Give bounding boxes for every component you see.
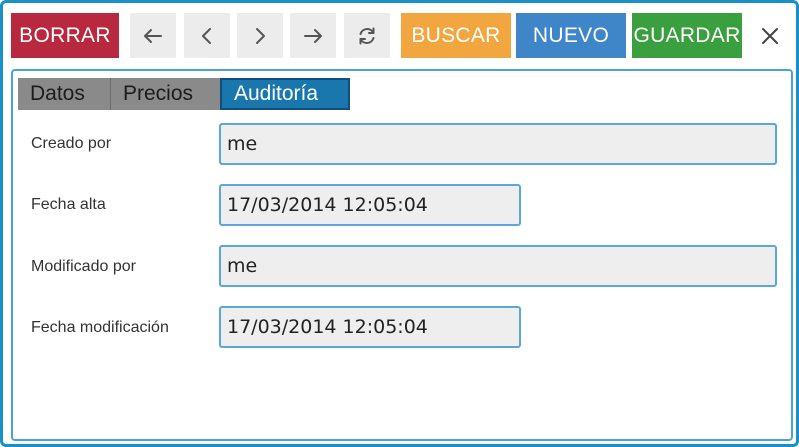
created-date-field[interactable]: 17/03/2014 12:05:04	[219, 184, 521, 226]
close-icon	[762, 27, 778, 44]
previous-record-button[interactable]	[184, 13, 230, 58]
created-by-field[interactable]: me	[219, 123, 777, 165]
save-button[interactable]: GUARDAR	[632, 13, 742, 58]
tab-datos[interactable]: Datos	[18, 78, 110, 110]
chevron-right-icon	[256, 27, 265, 44]
tab-precios[interactable]: Precios	[110, 78, 220, 110]
next-record-button[interactable]	[237, 13, 283, 58]
chevron-left-icon	[202, 27, 211, 44]
tab-auditoria[interactable]: Auditoría	[220, 78, 350, 110]
arrow-left-icon	[144, 28, 162, 43]
created-by-label: Creado por	[31, 135, 112, 152]
details-panel: Datos Precios Auditoría Creado por me Fe…	[11, 69, 793, 441]
arrow-right-icon	[304, 28, 322, 43]
created-date-label: Fecha alta	[31, 196, 106, 213]
modified-date-field[interactable]: 17/03/2014 12:05:04	[219, 306, 521, 348]
refresh-button[interactable]	[344, 13, 390, 58]
first-record-button[interactable]	[130, 13, 176, 58]
new-button[interactable]: NUEVO	[516, 13, 626, 58]
search-button[interactable]: BUSCAR	[401, 13, 511, 58]
delete-button[interactable]: BORRAR	[11, 13, 119, 58]
last-record-button[interactable]	[290, 13, 336, 58]
modified-date-label: Fecha modificación	[31, 319, 169, 336]
close-button[interactable]	[747, 13, 793, 58]
modified-by-field[interactable]: me	[219, 245, 777, 287]
app-window: BORRAR BUSCAR NUEVO GUARDAR Datos Precio…	[0, 0, 799, 447]
modified-by-label: Modificado por	[31, 258, 136, 275]
refresh-icon	[359, 27, 375, 44]
